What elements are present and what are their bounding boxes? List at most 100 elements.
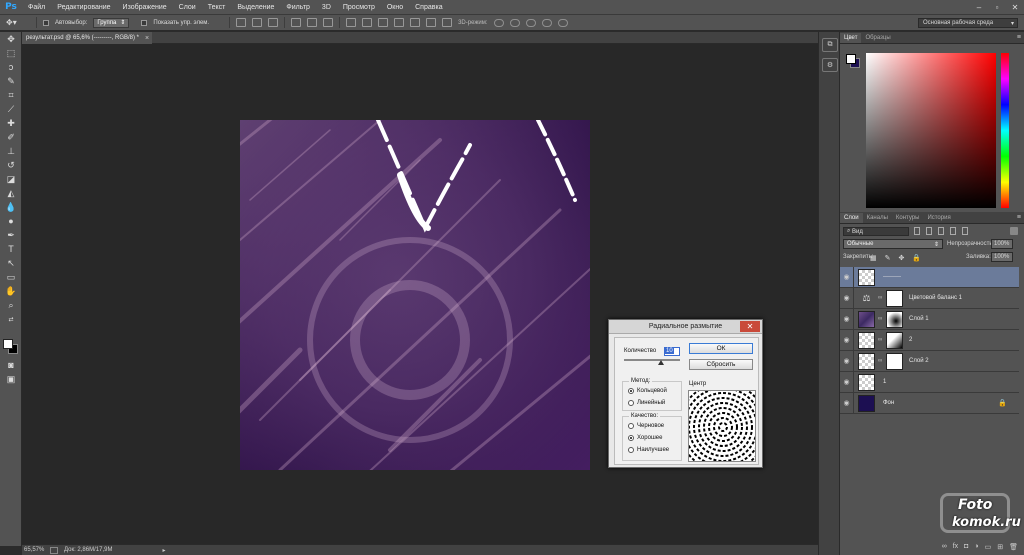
shape-tool-icon[interactable]: ▭	[0, 270, 22, 284]
quality-draft-option[interactable]: Черновое	[628, 423, 664, 429]
filter-type-icon[interactable]	[938, 227, 944, 235]
lasso-tool-icon[interactable]: ↄ	[0, 60, 22, 74]
new-adjustment-icon[interactable]: ◑	[974, 543, 978, 553]
layer-row[interactable]: ◉ ∞ Слой 2	[840, 350, 1019, 372]
menu-item[interactable]: 3D	[316, 4, 337, 11]
tab-history[interactable]: История	[923, 213, 954, 223]
visibility-eye-icon[interactable]: ◉	[840, 371, 854, 393]
status-menu-icon[interactable]: ▸	[162, 547, 165, 554]
menu-item[interactable]: Файл	[22, 4, 51, 11]
quick-select-tool-icon[interactable]: ✎	[0, 74, 22, 88]
mask-link-icon[interactable]: ∞	[878, 295, 884, 301]
move-tool-preset-icon[interactable]: ✥▾	[6, 17, 30, 29]
new-layer-icon[interactable]: ⊞	[997, 543, 1003, 553]
menu-item[interactable]: Фильтр	[280, 4, 316, 11]
align-center-icon[interactable]	[307, 18, 318, 27]
blur-center-preview[interactable]	[688, 390, 756, 462]
screen-mode-icon[interactable]: ▣	[0, 372, 22, 386]
layer-style-icon[interactable]: fx	[953, 543, 958, 553]
reset-button[interactable]: Сбросить	[689, 359, 753, 370]
blend-mode-dropdown[interactable]: Обычные ⇕	[843, 239, 943, 249]
menu-item[interactable]: Выделение	[231, 4, 280, 11]
clone-stamp-tool-icon[interactable]: ⊥	[0, 144, 22, 158]
visibility-eye-icon[interactable]: ◉	[840, 266, 854, 288]
tab-paths[interactable]: Контуры	[892, 213, 924, 223]
align-left-icon[interactable]	[291, 18, 302, 27]
workspace-dropdown[interactable]: Основная рабочая среда ▾	[918, 18, 1018, 28]
menu-item[interactable]: Редактирование	[51, 4, 116, 11]
brush-tool-icon[interactable]: ✐	[0, 130, 22, 144]
amount-slider-track[interactable]	[624, 359, 680, 361]
canvas-area[interactable]	[22, 44, 818, 544]
pen-tool-icon[interactable]: ✒	[0, 228, 22, 242]
visibility-eye-icon[interactable]: ◉	[840, 308, 854, 330]
layer-row[interactable]: ◉ Фон 🔒	[840, 392, 1019, 414]
new-group-icon[interactable]: ▭	[985, 543, 992, 553]
type-tool-icon[interactable]: T	[0, 242, 22, 256]
healing-brush-tool-icon[interactable]: ✚	[0, 116, 22, 130]
3d-slide-icon[interactable]	[541, 18, 552, 27]
auto-align-icon[interactable]	[442, 18, 453, 27]
document-image[interactable]	[240, 120, 590, 470]
lock-position-icon[interactable]: ✥	[899, 254, 905, 262]
eraser-tool-icon[interactable]: ◪	[0, 172, 22, 186]
distribute-left-icon[interactable]	[394, 18, 405, 27]
amount-input[interactable]: 10	[664, 347, 680, 356]
zoom-level[interactable]: 65,57%	[24, 547, 44, 553]
close-tab-icon[interactable]: ×	[145, 35, 149, 42]
dodge-tool-icon[interactable]: ●	[0, 214, 22, 228]
align-right-icon[interactable]	[323, 18, 334, 27]
mask-link-icon[interactable]: ∞	[878, 316, 884, 322]
path-select-tool-icon[interactable]: ↖	[0, 256, 22, 270]
radio-button[interactable]	[628, 388, 634, 394]
menu-item[interactable]: Текст	[202, 4, 232, 11]
3d-pan-icon[interactable]	[525, 18, 536, 27]
fill-input[interactable]: 100%	[991, 252, 1013, 262]
quick-mask-icon[interactable]: ◙	[0, 358, 22, 372]
marquee-tool-icon[interactable]: ⬚	[0, 46, 22, 60]
color-swatches[interactable]	[3, 339, 19, 355]
3d-roll-icon[interactable]	[509, 18, 520, 27]
menu-item[interactable]: Слои	[173, 4, 202, 11]
layer-filter-dropdown[interactable]: ⌕ Вид	[843, 227, 909, 236]
menu-item[interactable]: Изображение	[117, 4, 173, 11]
zoom-tool-icon[interactable]: ⌕	[0, 298, 22, 312]
move-tool-icon[interactable]: ✥	[0, 32, 22, 46]
3d-scale-icon[interactable]	[557, 18, 568, 27]
autoselect-checkbox[interactable]	[43, 19, 49, 26]
3d-rotate-icon[interactable]	[493, 18, 504, 27]
foreground-color[interactable]	[3, 339, 13, 349]
distribute-top-icon[interactable]	[346, 18, 357, 27]
filter-pixel-icon[interactable]	[914, 227, 920, 235]
distribute-middle-icon[interactable]	[362, 18, 373, 27]
method-radial-option[interactable]: Кольцевой	[628, 388, 667, 394]
paint-bucket-tool-icon[interactable]: ◭	[0, 186, 22, 200]
menu-item[interactable]: Окно	[381, 4, 409, 11]
swap-colors-icon[interactable]: ⇄	[0, 312, 22, 326]
autoselect-dropdown[interactable]: Группа ⇕	[93, 17, 130, 28]
radio-button[interactable]	[628, 423, 634, 429]
method-zoom-option[interactable]: Линейный	[628, 400, 665, 406]
visibility-eye-icon[interactable]: ◉	[840, 350, 854, 372]
layer-row[interactable]: ◉ ∞ Слой 1	[840, 308, 1019, 330]
ok-button[interactable]: ОК	[689, 343, 753, 354]
lock-transparent-icon[interactable]: ▦	[870, 254, 877, 262]
delete-layer-icon[interactable]: 🗑	[1009, 543, 1018, 553]
opacity-input[interactable]: 100%	[991, 239, 1013, 249]
tab-layers[interactable]: Слои	[840, 213, 863, 223]
status-preview-icon[interactable]	[50, 546, 58, 554]
distribute-bottom-icon[interactable]	[378, 18, 389, 27]
amount-slider-thumb[interactable]	[658, 360, 664, 365]
layer-row[interactable]: ◉ ---------	[840, 266, 1019, 288]
color-picker-field[interactable]	[866, 53, 996, 208]
hue-slider[interactable]	[1001, 53, 1009, 208]
filter-adjustment-icon[interactable]	[926, 227, 932, 235]
filter-toggle[interactable]	[1010, 227, 1018, 235]
radio-button[interactable]	[628, 447, 634, 453]
layer-row[interactable]: ◉ 1	[840, 371, 1019, 393]
history-panel-icon[interactable]: ⧉	[822, 38, 838, 52]
close-window-icon[interactable]: ✕	[1006, 0, 1024, 15]
add-mask-icon[interactable]: ◘	[964, 543, 968, 553]
align-top-icon[interactable]	[236, 18, 247, 27]
lock-all-icon[interactable]: 🔒	[912, 254, 921, 262]
